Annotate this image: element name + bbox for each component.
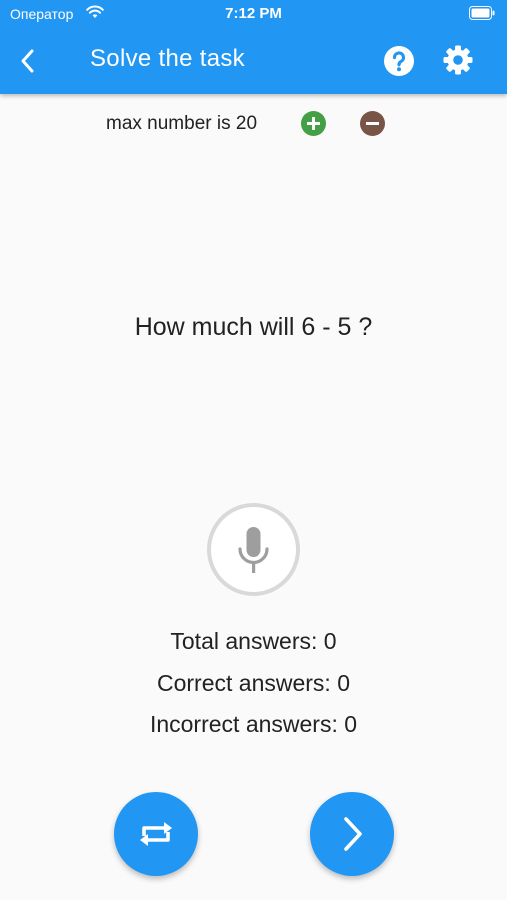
status-bar: Оператор 7:12 PM	[0, 0, 507, 30]
next-button[interactable]	[310, 792, 394, 876]
repeat-button[interactable]	[114, 792, 198, 876]
page-title: Solve the task	[90, 45, 245, 72]
settings-button[interactable]	[442, 44, 474, 76]
answer-stats: Total answers: 0 Correct answers: 0 Inco…	[0, 625, 507, 750]
battery-icon	[469, 6, 495, 20]
status-time: 7:12 PM	[225, 5, 282, 22]
chevron-right-icon	[344, 817, 362, 851]
back-button[interactable]	[10, 44, 46, 78]
microphone-button[interactable]	[207, 503, 300, 596]
microphone-icon	[238, 527, 269, 573]
correct-answers: Correct answers: 0	[156, 669, 350, 696]
max-number-row: max number is 20	[0, 110, 507, 138]
task-question: How much will 6 - 5 ?	[134, 313, 373, 341]
repeat-icon	[140, 822, 172, 846]
plus-circle-icon	[307, 117, 320, 130]
decrease-max-button[interactable]	[360, 111, 385, 136]
incorrect-answers: Incorrect answers: 0	[149, 711, 358, 737]
help-icon	[384, 46, 414, 76]
increase-max-button[interactable]	[301, 111, 326, 136]
max-number-label: max number is 20	[106, 113, 258, 134]
minus-circle-icon	[366, 122, 379, 125]
app-bar: Оператор 7:12 PM Solve the task	[0, 0, 507, 94]
help-button[interactable]	[383, 45, 415, 77]
chevron-left-icon	[21, 49, 34, 73]
total-answers: Total answers: 0	[170, 628, 337, 654]
gear-icon	[443, 45, 473, 75]
